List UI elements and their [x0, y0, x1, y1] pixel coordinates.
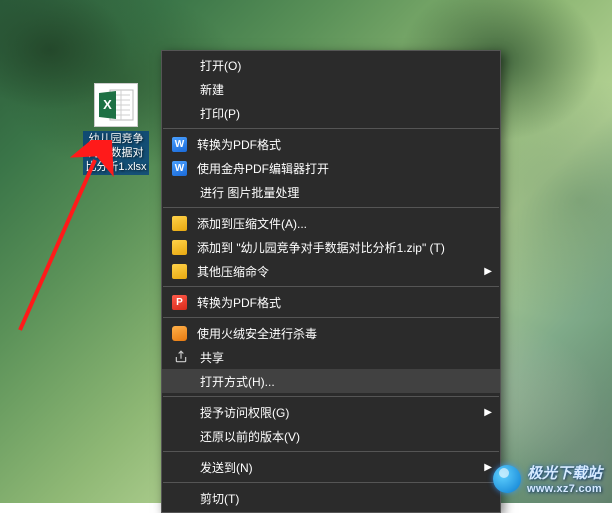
menu-item-other-archive[interactable]: 其他压缩命令 ▶: [162, 259, 500, 283]
menu-separator: [163, 317, 499, 318]
menu-separator: [163, 451, 499, 452]
archive-icon: [172, 240, 187, 255]
svg-text:X: X: [103, 97, 112, 112]
pdf-blue-icon: W: [172, 137, 187, 152]
context-menu: 打开(O) 新建 打印(P) W 转换为PDF格式 W 使用金舟PDF编辑器打开…: [161, 50, 501, 513]
chevron-right-icon: ▶: [482, 266, 492, 277]
blank-icon: [172, 104, 190, 122]
menu-item-cut[interactable]: 剪切(T): [162, 486, 500, 510]
menu-item-convert-pdf-2[interactable]: P 转换为PDF格式: [162, 290, 500, 314]
menu-separator: [163, 286, 499, 287]
blank-icon: [172, 183, 190, 201]
excel-file-icon: X: [94, 83, 138, 127]
menu-item-add-zip-named[interactable]: 添加到 "幼儿园竞争对手数据对比分析1.zip" (T): [162, 235, 500, 259]
menu-item-send-to[interactable]: 发送到(N) ▶: [162, 455, 500, 479]
menu-separator: [163, 207, 499, 208]
menu-item-jinzhou-pdf[interactable]: W 使用金舟PDF编辑器打开: [162, 156, 500, 180]
menu-item-open[interactable]: 打开(O): [162, 53, 500, 77]
menu-item-previous-versions[interactable]: 还原以前的版本(V): [162, 424, 500, 448]
blank-icon: [172, 427, 190, 445]
menu-item-print[interactable]: 打印(P): [162, 101, 500, 125]
huorong-icon: [172, 326, 187, 341]
watermark: 极光下载站 www.xz7.com: [493, 462, 602, 495]
menu-separator: [163, 128, 499, 129]
share-icon: [172, 348, 190, 366]
menu-item-huorong-scan[interactable]: 使用火绒安全进行杀毒: [162, 321, 500, 345]
menu-item-new[interactable]: 新建: [162, 77, 500, 101]
blank-icon: [172, 489, 190, 507]
archive-icon: [172, 216, 187, 231]
archive-icon: [172, 264, 187, 279]
menu-item-batch-image[interactable]: 进行 图片批量处理: [162, 180, 500, 204]
blank-icon: [172, 80, 190, 98]
watermark-logo-icon: [493, 465, 521, 493]
menu-separator: [163, 482, 499, 483]
watermark-text: 极光下载站: [527, 462, 602, 483]
chevron-right-icon: ▶: [482, 407, 492, 418]
blank-icon: [172, 403, 190, 421]
blank-icon: [172, 458, 190, 476]
pdf-red-icon: P: [172, 295, 187, 310]
annotation-arrow-to-file: [0, 140, 170, 340]
menu-item-add-archive[interactable]: 添加到压缩文件(A)...: [162, 211, 500, 235]
chevron-right-icon: ▶: [482, 462, 492, 473]
menu-item-convert-pdf-1[interactable]: W 转换为PDF格式: [162, 132, 500, 156]
blank-icon: [172, 372, 190, 390]
menu-item-share[interactable]: 共享: [162, 345, 500, 369]
watermark-url: www.xz7.com: [527, 483, 602, 495]
menu-item-grant-access[interactable]: 授予访问权限(G) ▶: [162, 400, 500, 424]
menu-item-open-with[interactable]: 打开方式(H)...: [162, 369, 500, 393]
pdf-blue-icon: W: [172, 161, 187, 176]
menu-separator: [163, 396, 499, 397]
blank-icon: [172, 56, 190, 74]
desktop-wallpaper: X 幼儿园竞争对手数据对比分析1.xlsx 打开(O) 新建: [0, 0, 612, 503]
